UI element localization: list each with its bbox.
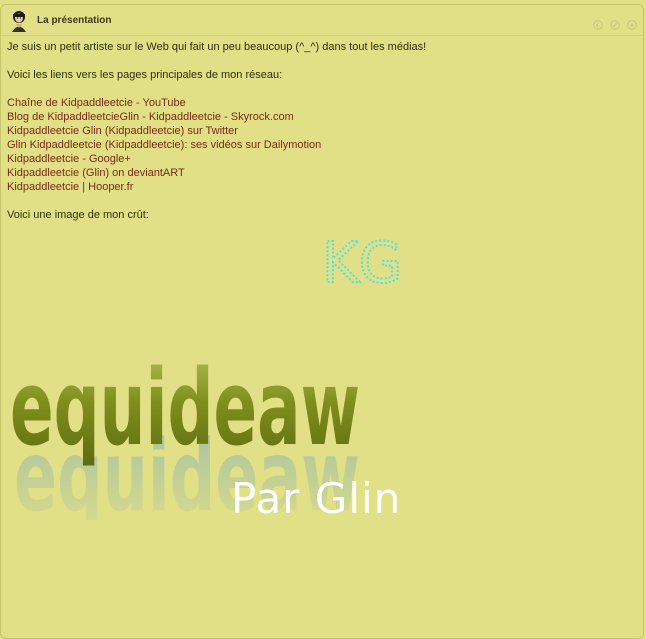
link-youtube[interactable]: Chaîne de Kidpaddleetcie - YouTube <box>7 96 627 110</box>
link-deviantart[interactable]: Kidpaddleetcie (Glin) on deviantART <box>7 166 627 180</box>
link-skyrock[interactable]: Blog de KidpaddleetcieGlin - Kidpaddleet… <box>7 110 627 124</box>
post-header: La présentation <box>1 5 643 36</box>
edit-icon[interactable] <box>610 15 620 30</box>
reply-icon[interactable] <box>593 15 603 30</box>
links-list: Chaîne de Kidpaddleetcie - YouTube Blog … <box>7 96 627 194</box>
intro-text: Je suis un petit artiste sur le Web qui … <box>7 41 427 53</box>
link-dailymotion[interactable]: Glin Kidpaddleetcie (Kidpaddleetcie): se… <box>7 138 627 152</box>
link-hooper[interactable]: Kidpaddleetcie | Hooper.fr <box>7 180 627 194</box>
links-intro-text: Voici les liens vers les pages principal… <box>7 69 283 81</box>
delete-icon[interactable] <box>627 15 637 30</box>
image-intro-text: Voici une image de mon crût: <box>7 209 149 221</box>
post-tools <box>591 15 637 34</box>
link-twitter[interactable]: Kidpaddleetcie Glin (Kidpaddleetcie) sur… <box>7 124 627 138</box>
avatar-icon[interactable] <box>10 10 28 32</box>
post-body: Je suis un petit artiste sur le Web qui … <box>7 40 627 222</box>
link-google-plus[interactable]: Kidpaddleetcie - Google+ <box>7 152 627 166</box>
post-title: La présentation <box>37 15 112 26</box>
